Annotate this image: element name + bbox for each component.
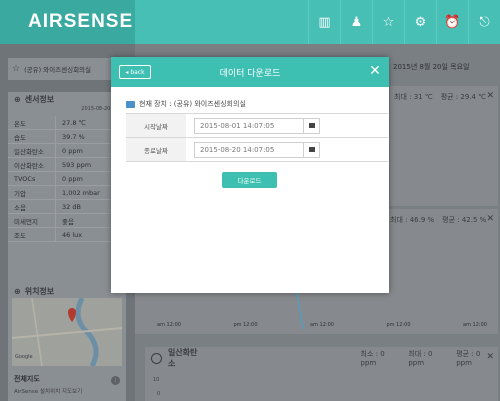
sensor-updated: 2015-08-20 14: [81,106,120,112]
humidity-time-axis: am 12:00 pm 12:00 am 12:00 pm 12:00 am 1… [157,322,487,328]
map-pin-icon [68,308,76,322]
start-date-row: 시작날짜 [126,114,388,138]
co-title: 일산화탄소 [167,348,198,368]
metric-row: 소음 32 dB [8,200,126,214]
metric-row: 미세먼지 좋음 [8,214,126,228]
metric-name: 기압 [8,186,56,199]
metric-value: 1,002 mbar [62,188,100,197]
end-date-row: 종료날짜 [126,138,388,162]
temperature-panel: 최대 : 31 ℃ 평균 : 29.4 ℃ ✕ [390,86,498,206]
chart-icon[interactable]: ▥ [308,0,340,44]
plus-circle-icon: ⊕ [14,286,21,296]
modal-title: 데이터 다운로드 [219,68,281,79]
metric-value: 593 ppm [62,160,92,169]
info-icon: i [111,376,120,385]
metric-name: 미세먼지 [8,214,56,227]
star-outline-icon[interactable]: ☆ [12,64,20,74]
date-text: 2015년 8월 20일 목요일 [393,63,470,71]
metric-value: 27.8 ℃ [62,118,86,127]
gear-icon[interactable]: ⚙ [404,0,436,44]
y-tick: 10 [153,377,160,383]
start-date-label: 시작날짜 [126,114,186,137]
metric-name: 일산화탄소 [8,144,56,157]
location-info-title: 위치정보 [24,286,55,296]
back-button[interactable]: ◂ back [119,65,151,79]
back-label: back [130,68,145,76]
metric-row: 일산화탄소 0 ppm [8,144,126,158]
modal-header: ◂ back 데이터 다운로드 ✕ [111,57,389,87]
bell-icon[interactable]: ♟ [340,0,372,44]
metric-name: 이산화탄소 [8,158,56,171]
full-map-card[interactable]: 전체지도 AirSense 설치위치 지도보기 i [8,370,126,401]
sensor-info-header: ⊕ 센서정보 [8,92,126,106]
metric-value: 32 dB [62,202,81,211]
app-logo[interactable]: AIRSENSE [28,11,133,33]
back-arrow-icon: ◂ [125,68,129,76]
close-icon[interactable]: ✕ [486,352,494,362]
map-brand: Google [15,354,33,360]
map-view[interactable]: Google [11,296,123,368]
calendar-icon[interactable] [304,141,320,158]
co-icon [151,352,162,364]
metric-row: 기압 1,002 mbar [8,186,126,200]
metric-value: 39.7 % [62,132,85,141]
metric-name: 온도 [8,116,56,129]
folder-open-icon [126,100,135,108]
sensor-info-title: 센서정보 [24,94,55,104]
date-range-form: 시작날짜 종료날짜 [126,113,388,162]
metric-name: 습도 [8,130,56,143]
alarm-icon[interactable]: ⏰ [436,0,468,44]
metric-value: 46 lux [62,230,83,239]
logo-bar: AIRSENSE [0,0,135,44]
temp-avg: 평균 : 29.4 ℃ [440,93,487,101]
header-icons: ▥ ♟ ☆ ⚙ ⏰ ⎋ [308,0,500,44]
metric-row: 이산화탄소 593 ppm [8,158,126,172]
location-info-card: ⊕ 위치정보 Google [8,284,126,370]
metric-row: TVOCs 0 ppm [8,172,126,186]
co-panel: 일산화탄소 최소 : 0 ppm 최대 : 0 ppm 평균 : 0 ppm ✕… [145,347,498,401]
star-icon[interactable]: ☆ [372,0,404,44]
sensor-info-card: ⊕ 센서정보 2015-08-20 14: 온도 27.8 ℃ 습도 39.7 % 일산… [8,92,126,284]
plus-circle-icon: ⊕ [14,94,21,104]
full-map-subtitle: AirSense 설치위치 지도보기 [14,389,83,395]
temp-max: 최대 : 31 ℃ [394,93,433,101]
logout-icon[interactable]: ⎋ [468,0,500,44]
metric-row: 조도 46 lux [8,228,126,242]
device-label: 현재 장치 : (공유) 와이즈센싱회의실 [139,100,246,108]
top-header: AIRSENSE ▥ ♟ ☆ ⚙ ⏰ ⎋ [0,0,500,44]
full-map-title: 전체지도 [14,375,40,383]
metric-value: 0 ppm [62,146,83,155]
location-card[interactable]: ☆ (공유) 와이즈센싱회의실 [8,58,126,80]
download-button[interactable]: 다운로드 [222,172,277,188]
data-download-modal: ◂ back 데이터 다운로드 ✕ 현재 장치 : (공유) 와이즈센싱회의실 … [111,57,389,293]
device-line: 현재 장치 : (공유) 와이즈센싱회의실 [126,99,246,109]
close-icon[interactable]: ✕ [486,91,494,101]
metric-value: 좋음 [62,217,74,226]
metric-value: 0 ppm [62,174,83,183]
y-tick: 0 [157,391,161,397]
metric-name: TVOCs [8,172,56,185]
metric-name: 조도 [8,228,56,241]
metric-name: 소음 [8,200,56,213]
metric-list: 온도 27.8 ℃ 습도 39.7 % 일산화탄소 0 ppm 이산화탄소 593 ppm TV… [8,116,126,242]
end-date-input[interactable] [194,141,304,158]
calendar-icon[interactable] [304,117,320,134]
close-icon[interactable]: ✕ [367,63,383,79]
co-min: 최소 : 0 ppm [360,350,385,367]
location-info-header: ⊕ 위치정보 [8,284,126,298]
end-date-label: 종료날짜 [126,138,186,161]
metric-row: 습도 39.7 % [8,130,126,144]
location-title: (공유) 와이즈센싱회의실 [24,66,92,74]
co-max: 최대 : 0 ppm [408,350,433,367]
metric-row: 온도 27.8 ℃ [8,116,126,130]
start-date-input[interactable] [194,117,304,134]
